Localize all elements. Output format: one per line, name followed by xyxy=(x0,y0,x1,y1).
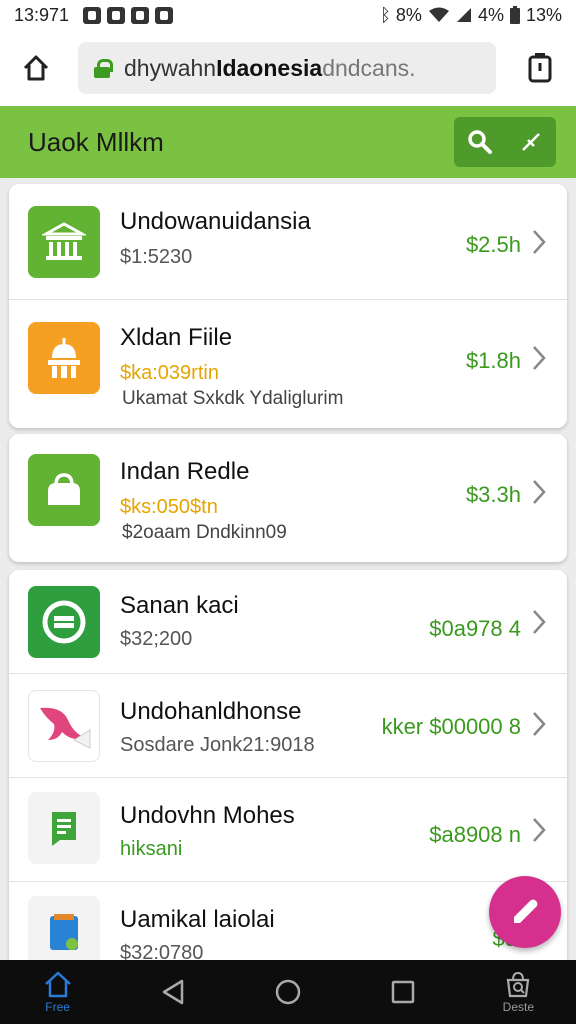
chevron-right-icon xyxy=(531,478,547,506)
notification-icon xyxy=(83,6,102,24)
circle-bar-icon xyxy=(42,600,86,644)
home-button[interactable] xyxy=(16,48,56,88)
item-thumbnail xyxy=(28,322,100,394)
nav-home-label: Free xyxy=(45,1000,70,1014)
item-thumbnail xyxy=(28,206,100,278)
item-thumbnail xyxy=(28,690,100,762)
nav-search-tab[interactable]: Deste xyxy=(478,960,558,1024)
back-triangle-icon xyxy=(162,979,184,1005)
chevron-right-icon xyxy=(531,816,547,844)
list-item[interactable]: Undowanuidansia $1:5230 $2.5h xyxy=(9,184,567,300)
market-icon xyxy=(42,222,86,260)
document-icon xyxy=(52,812,76,846)
wifi-icon xyxy=(428,7,449,22)
close-icon xyxy=(521,133,540,151)
item-price: $2.5h xyxy=(465,232,521,257)
notification-icon xyxy=(155,6,174,24)
list-item[interactable]: Indan Redle $ks:050$tn $2oaam Dndkinn09 … xyxy=(9,434,567,562)
battery-icon xyxy=(509,6,520,24)
item-name: Uamikal laiolai xyxy=(120,906,275,933)
notification-icon xyxy=(107,6,126,24)
battery-percent: 4% xyxy=(477,4,504,25)
item-price: $3.3h xyxy=(465,482,521,507)
chevron-right-icon xyxy=(531,608,547,636)
bag-icon xyxy=(48,473,80,505)
listing-list: Undowanuidansia $1:5230 $2.5h Xldan Fiil… xyxy=(0,178,576,960)
listing-card: Undowanuidansia $1:5230 $2.5h Xldan Fiil… xyxy=(9,184,567,428)
tabs-button[interactable] xyxy=(520,48,560,88)
search-button[interactable] xyxy=(460,122,500,162)
system-nav-bar: Free Deste xyxy=(0,960,576,1024)
app-header: Uaok Mllkm xyxy=(0,106,576,178)
item-thumbnail xyxy=(28,586,100,658)
listing-card: Indan Redle $ks:050$tn $2oaam Dndkinn09 … xyxy=(9,434,567,562)
recents-square-icon xyxy=(391,980,415,1004)
tabs-icon xyxy=(528,53,552,83)
item-name: Xldan Fiile xyxy=(120,324,233,351)
notification-icons xyxy=(83,6,174,24)
item-thumbnail xyxy=(28,792,100,864)
item-price-subtitle: $ks:050$tn xyxy=(120,496,218,518)
pencil-icon xyxy=(514,899,538,923)
home-circle-icon xyxy=(275,979,301,1005)
item-name: Undohanldhonse xyxy=(120,698,302,725)
item-price-subtitle: $ka:039rtin xyxy=(120,362,219,384)
url-rest: dndcans. xyxy=(322,54,416,81)
header-actions xyxy=(454,117,556,167)
item-location: Ukamat Sxkdk Ydaliglurim xyxy=(122,388,344,409)
dolphin-icon xyxy=(40,707,91,749)
item-name: Sanan kaci xyxy=(120,592,239,619)
nav-back-button[interactable] xyxy=(133,960,213,1024)
item-thumbnail xyxy=(28,454,100,526)
browser-toolbar: dhywahn Idaonesia dndcans. xyxy=(0,30,576,106)
status-indicators: ᛒ 8% 4% 13% xyxy=(380,5,562,26)
search-bag-icon xyxy=(507,971,530,998)
app-title: Uaok Mllkm xyxy=(28,126,164,157)
status-extra: 13% xyxy=(525,4,562,25)
list-item[interactable]: Uamikal laiolai $32:0780 $5 xyxy=(9,882,567,960)
chevron-right-icon xyxy=(531,710,547,738)
edit-fab-button[interactable] xyxy=(489,876,561,948)
status-bar: 13:971 ᛒ 8% 4% 13% xyxy=(0,0,576,30)
home-icon xyxy=(23,55,49,81)
nav-search-label: Deste xyxy=(502,1000,535,1014)
chevron-right-icon xyxy=(531,228,547,256)
item-thumbnail xyxy=(28,896,100,960)
item-price: $1.8h xyxy=(465,348,521,373)
list-item[interactable]: Undovhn Mohes hiksani $a8908 n xyxy=(9,778,567,882)
item-price-subtitle: $1:5230 xyxy=(120,246,193,268)
item-price: $a8908 n xyxy=(429,822,521,847)
chevron-right-icon xyxy=(531,344,547,372)
listing-card: Sanan kaci $32;200 $0a978 4 Undohanldhon… xyxy=(9,570,567,960)
url-field[interactable]: dhywahn Idaonesia dndcans. xyxy=(78,42,496,94)
status-indicator-text: ᛒ 8% xyxy=(380,4,422,25)
item-subtitle: hiksani xyxy=(120,838,183,860)
list-item[interactable]: Sanan kaci $32;200 $0a978 4 xyxy=(9,570,567,674)
notification-icon xyxy=(131,6,150,24)
search-icon xyxy=(467,130,492,154)
item-name: Indan Redle xyxy=(120,458,250,485)
list-item[interactable]: Undohanldhonse Sosdare Jonk21:9018 kker … xyxy=(9,674,567,778)
temple-icon xyxy=(48,338,80,378)
item-location: $2oaam Dndkinn09 xyxy=(122,522,287,543)
card-icon xyxy=(50,914,78,950)
item-subtitle: Sosdare Jonk21:9018 xyxy=(120,734,315,756)
signal-icon xyxy=(456,8,471,22)
item-price: kker $00000 8 xyxy=(381,714,521,739)
lock-icon xyxy=(94,59,113,78)
item-price-subtitle: $32:0780 xyxy=(120,942,204,960)
url-domain: dhywahn xyxy=(124,54,217,81)
close-button[interactable] xyxy=(511,122,551,162)
item-name: Undovhn Mohes xyxy=(120,802,295,829)
nav-home-tab[interactable]: Free xyxy=(18,960,98,1024)
nav-home-button[interactable] xyxy=(248,960,328,1024)
home-icon xyxy=(44,971,71,998)
nav-recents-button[interactable] xyxy=(363,960,443,1024)
item-price-subtitle: $32;200 xyxy=(120,628,193,650)
item-price: $0a978 4 xyxy=(429,616,521,641)
status-time: 13:971 xyxy=(14,4,70,25)
list-item[interactable]: Xldan Fiile $ka:039rtin Ukamat Sxkdk Yda… xyxy=(9,300,567,428)
url-highlight: Idaonesia xyxy=(216,54,323,81)
item-name: Undowanuidansia xyxy=(120,208,311,235)
